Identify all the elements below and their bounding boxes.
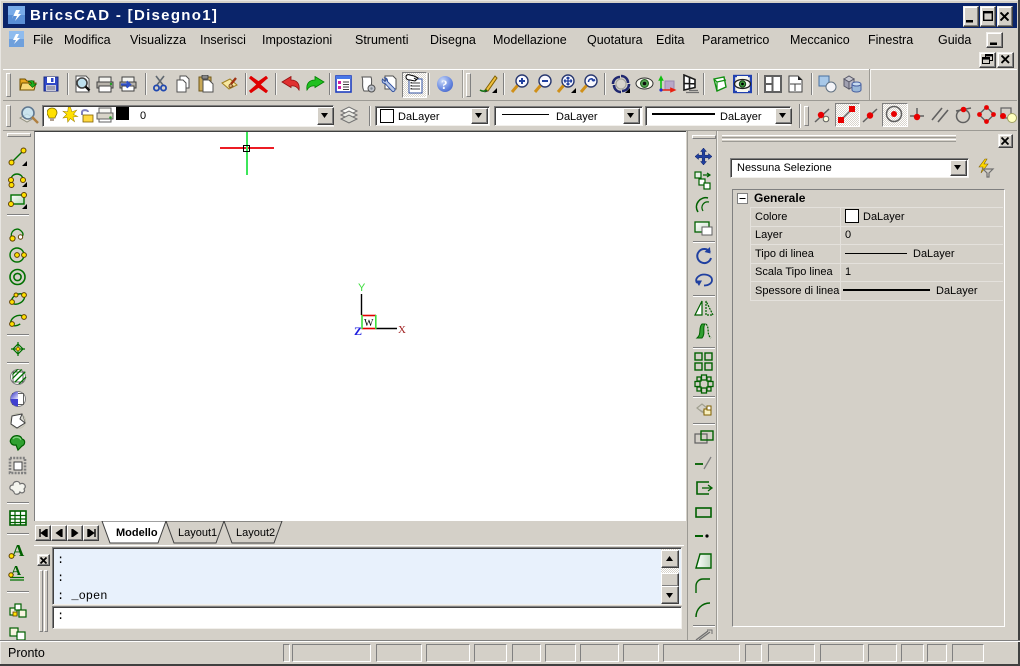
svg-text:Layout1: Layout1: [178, 527, 217, 539]
svg-text:?: ?: [441, 77, 448, 92]
svg-text:Y: Y: [358, 282, 366, 294]
svg-text:W: W: [364, 318, 374, 329]
svg-text:Z: Z: [354, 324, 362, 336]
svg-text:Layout2: Layout2: [236, 527, 275, 539]
svg-text:Modello: Modello: [116, 527, 158, 539]
svg-text:X: X: [398, 324, 406, 336]
